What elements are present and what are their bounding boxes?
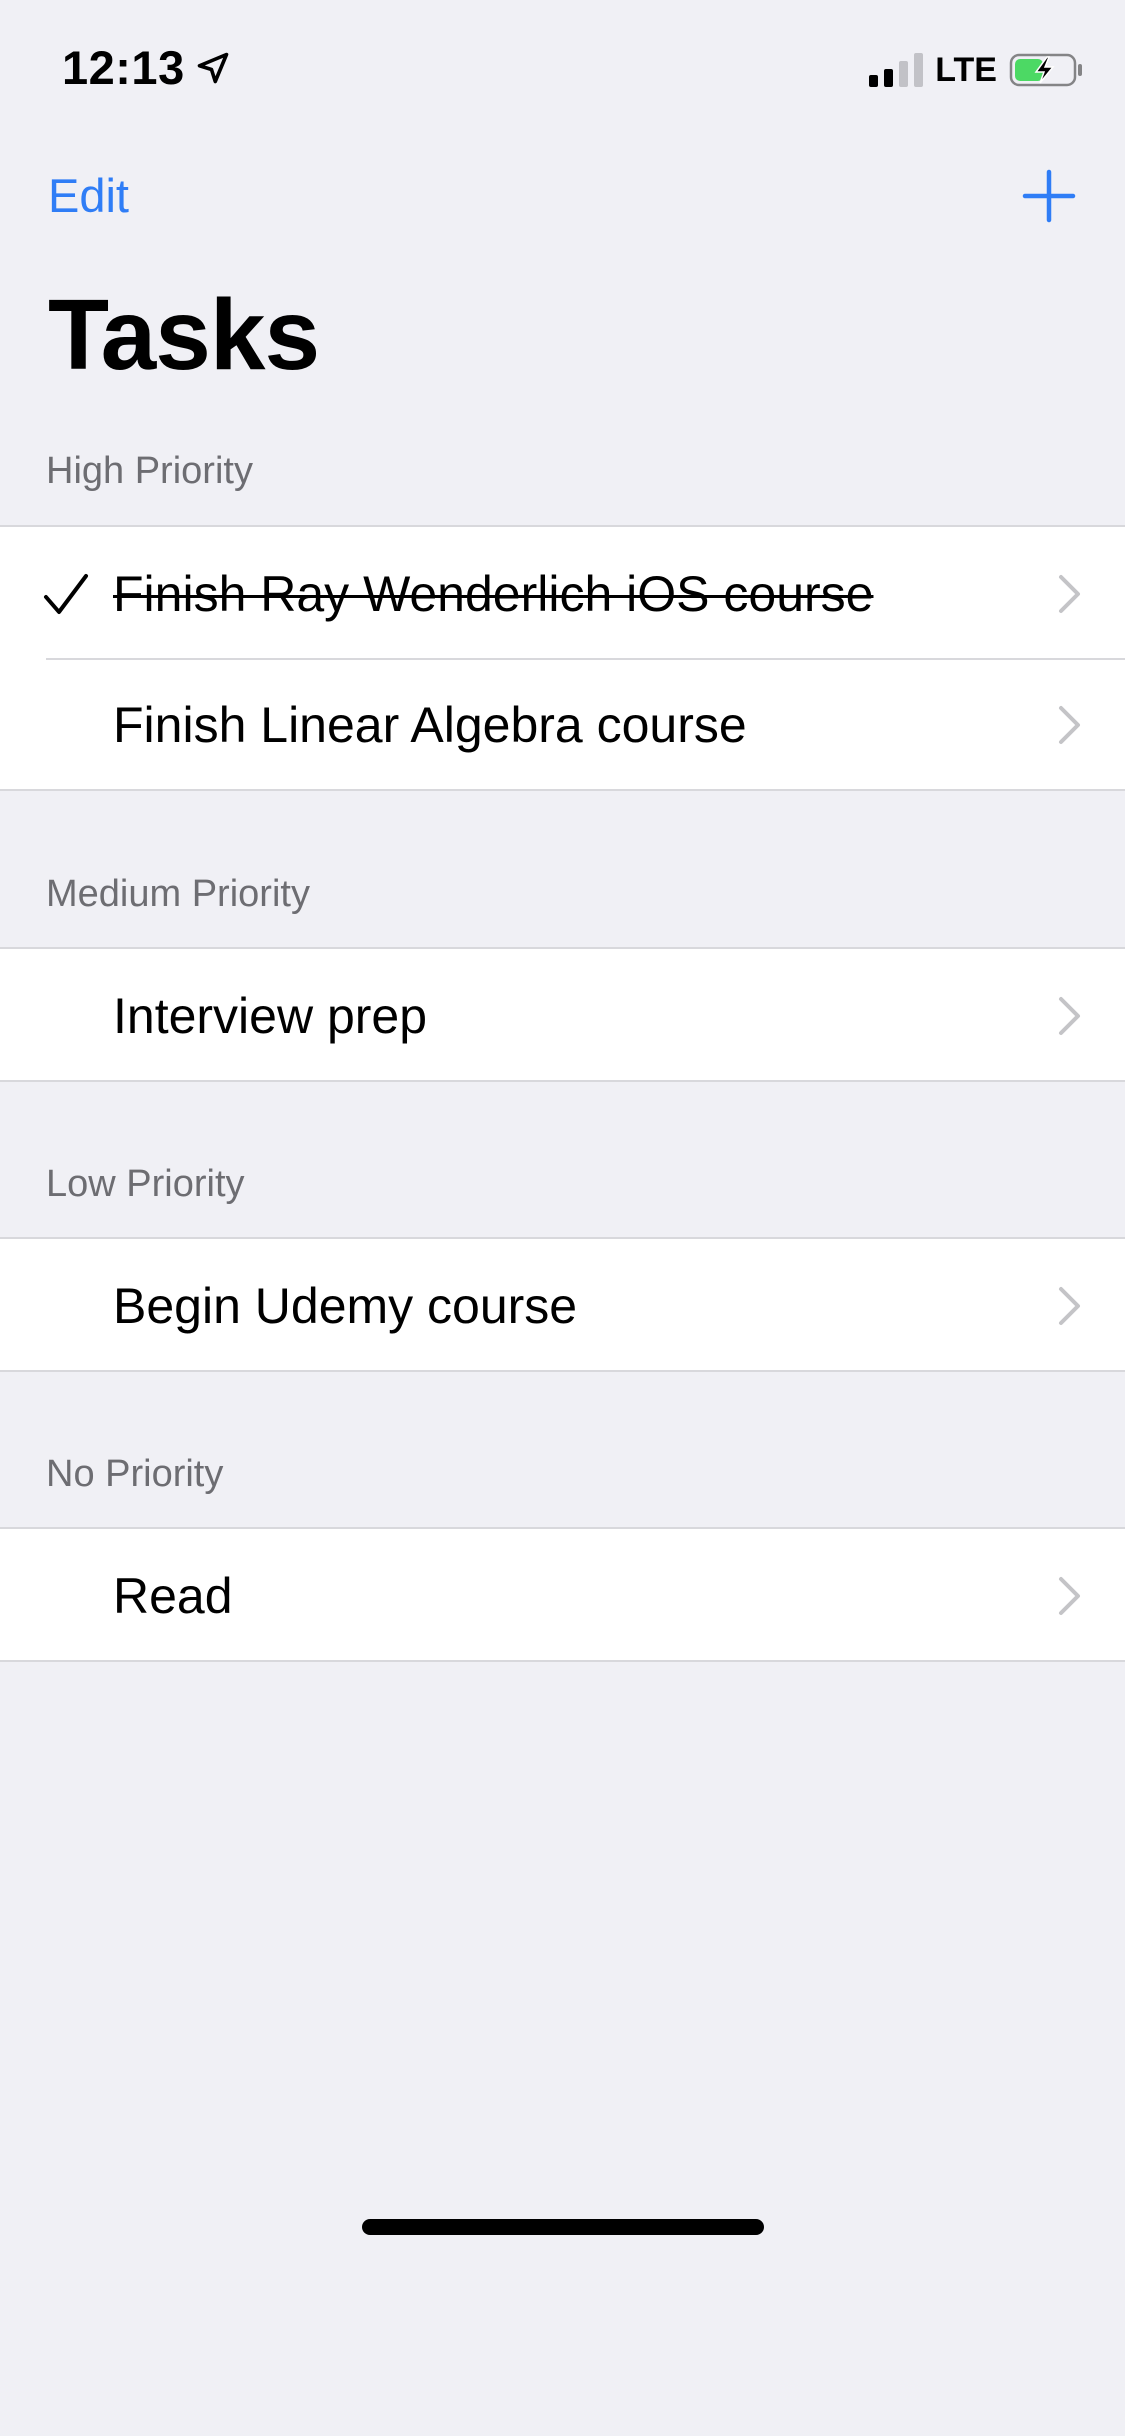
cellular-signal-icon bbox=[869, 53, 924, 87]
location-arrow-icon bbox=[197, 52, 229, 83]
section-group: Finish Ray Wenderlich iOS course Finish L… bbox=[0, 525, 1125, 791]
chevron-right-icon bbox=[1059, 706, 1080, 744]
section-group: Interview prep bbox=[0, 947, 1125, 1082]
signal-bar bbox=[869, 75, 879, 87]
task-label: Interview prep bbox=[113, 988, 428, 1044]
chevron-right-icon bbox=[1059, 997, 1080, 1035]
section-group: Read bbox=[0, 1527, 1125, 1662]
task-label: Read bbox=[113, 1568, 233, 1624]
edit-button[interactable]: Edit bbox=[48, 168, 129, 223]
chevron-right-icon bbox=[1059, 1287, 1080, 1325]
chevron-right-icon bbox=[1059, 575, 1080, 613]
task-row[interactable]: Finish Ray Wenderlich iOS course bbox=[0, 527, 1125, 658]
screen: 12:13 LTE Edit Tasks High Priority Finish… bbox=[0, 0, 1125, 2436]
home-indicator[interactable] bbox=[362, 2219, 764, 2235]
chevron-right-icon bbox=[1059, 1577, 1080, 1615]
task-label: Finish Linear Algebra course bbox=[113, 697, 747, 753]
status-time-group: 12:13 bbox=[62, 40, 231, 95]
task-row[interactable]: Finish Linear Algebra course bbox=[0, 658, 1125, 789]
signal-bar bbox=[899, 61, 909, 87]
network-type: LTE bbox=[935, 50, 997, 89]
section-header: High Priority bbox=[46, 450, 253, 492]
status-bar: 12:13 LTE bbox=[0, 0, 1125, 132]
task-row[interactable]: Begin Udemy course bbox=[0, 1239, 1125, 1370]
task-label: Finish Ray Wenderlich iOS course bbox=[113, 566, 874, 622]
battery-charging-icon bbox=[1009, 53, 1082, 87]
section-header: No Priority bbox=[46, 1453, 224, 1495]
task-row[interactable]: Interview prep bbox=[0, 949, 1125, 1080]
status-time: 12:13 bbox=[62, 41, 185, 94]
task-row[interactable]: Read bbox=[0, 1529, 1125, 1660]
section-group: Begin Udemy course bbox=[0, 1237, 1125, 1372]
signal-bar bbox=[914, 53, 924, 87]
checkmark-icon[interactable] bbox=[42, 571, 90, 619]
section-header: Low Priority bbox=[46, 1163, 245, 1205]
page-title: Tasks bbox=[48, 279, 320, 391]
task-label: Begin Udemy course bbox=[113, 1278, 578, 1334]
signal-bar bbox=[884, 69, 894, 87]
plus-icon[interactable] bbox=[1019, 166, 1079, 226]
status-right-group: LTE bbox=[869, 50, 1085, 90]
section-header: Medium Priority bbox=[46, 873, 310, 915]
